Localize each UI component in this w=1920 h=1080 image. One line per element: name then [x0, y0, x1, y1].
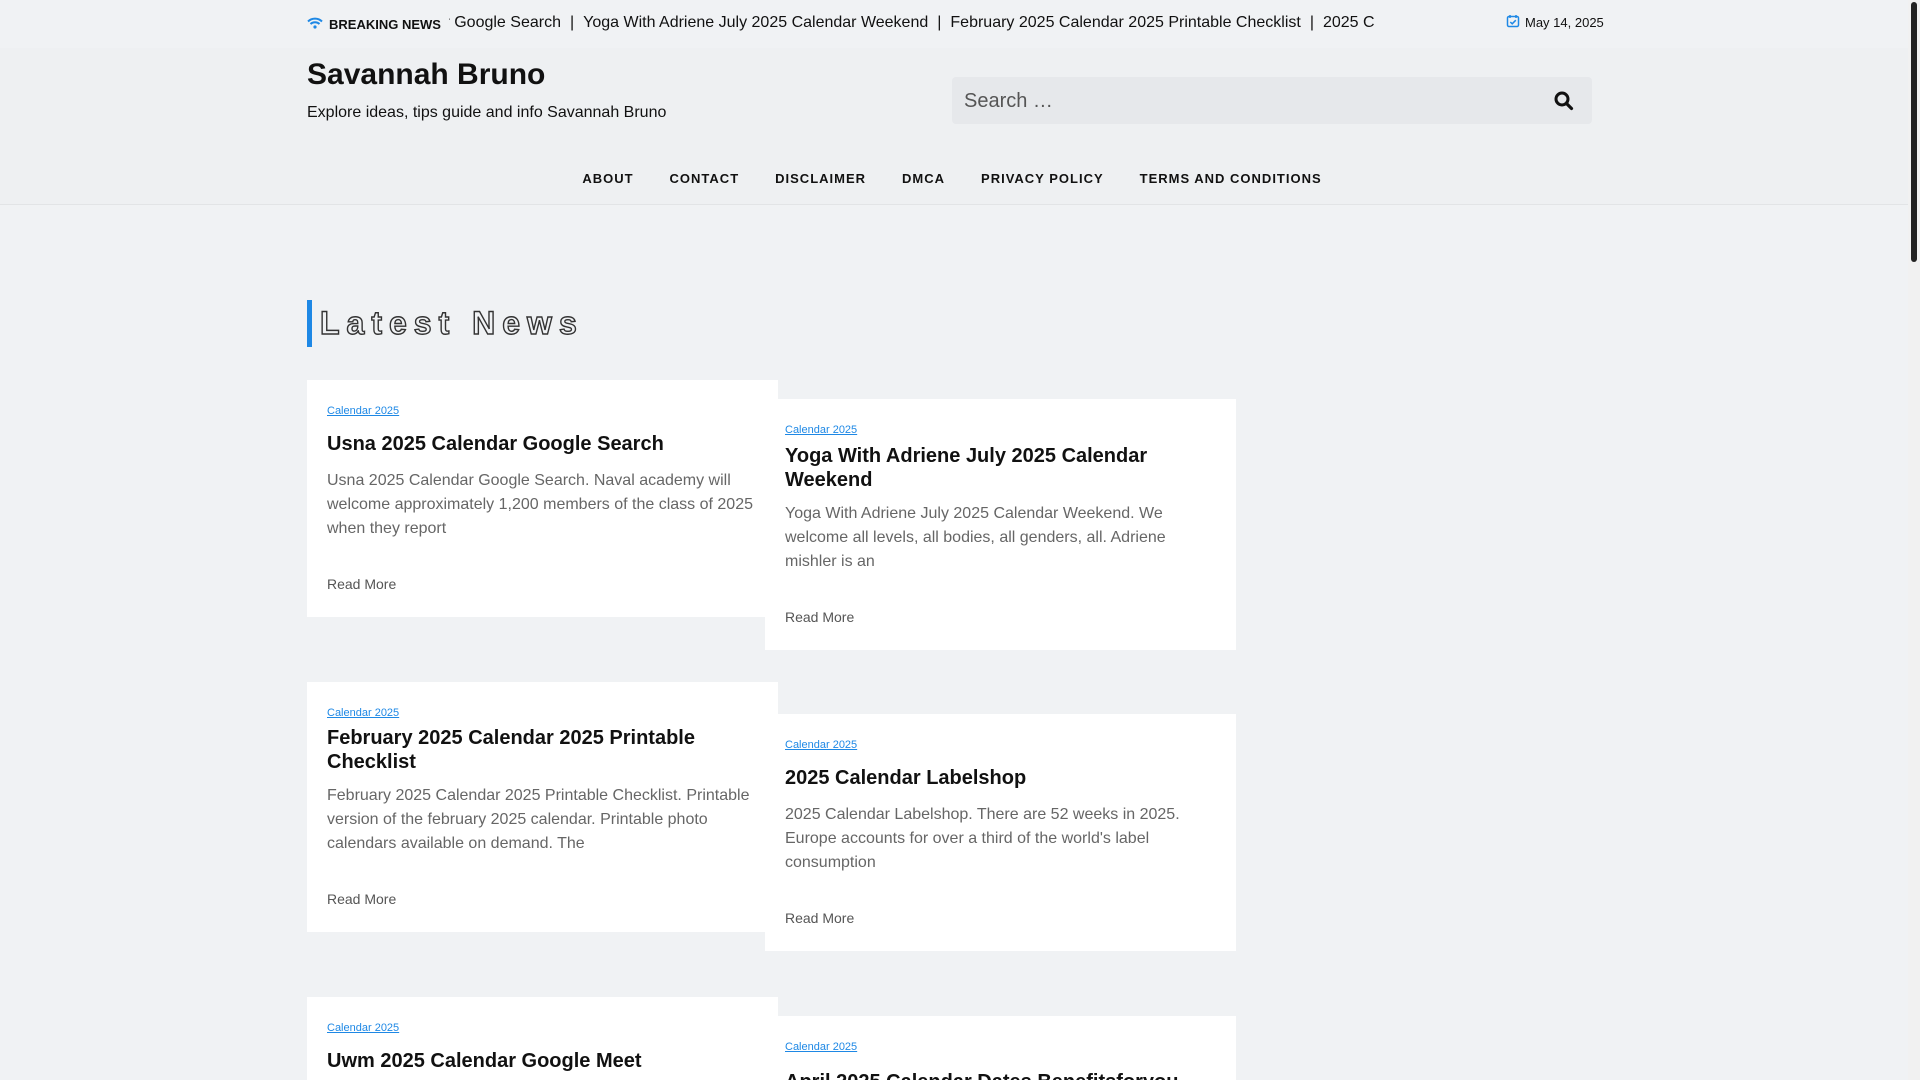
- post-card: Calendar 2025 Yoga With Adriene July 202…: [765, 399, 1236, 650]
- nav-item-contact[interactable]: CONTACT: [670, 171, 740, 186]
- ticker-item[interactable]: 2025 C: [1323, 14, 1375, 32]
- post-title[interactable]: February 2025 Calendar 2025 Printable Ch…: [327, 726, 747, 774]
- nav-item-disclaimer[interactable]: DISCLAIMER: [775, 171, 866, 186]
- nav-item-about[interactable]: ABOUT: [582, 171, 633, 186]
- news-ticker: lar Google Search | Yoga With Adriene Ju…: [444, 12, 1383, 36]
- post-category-link[interactable]: Calendar 2025: [327, 1022, 399, 1034]
- post-category-link[interactable]: Calendar 2025: [785, 1041, 857, 1053]
- post-category-link[interactable]: Calendar 2025: [785, 739, 857, 751]
- wifi-icon: [307, 17, 323, 32]
- ticker-item[interactable]: February 2025 Calendar 2025 Printable Ch…: [950, 14, 1300, 32]
- ticker-separator: |: [569, 14, 575, 31]
- ticker-item[interactable]: lar Google Search: [444, 14, 561, 32]
- breaking-news-text: BREAKING NEWS: [329, 16, 441, 32]
- post-card: Calendar 2025 Uwm 2025 Calendar Google M…: [307, 997, 778, 1080]
- scrollbar-thumb[interactable]: [1911, 2, 1917, 262]
- read-more-link[interactable]: Read More: [785, 609, 854, 625]
- ticker-separator: |: [1309, 14, 1314, 31]
- ticker-separator: |: [937, 14, 942, 31]
- search-button[interactable]: [1552, 89, 1576, 113]
- calendar-check-icon: [1506, 14, 1520, 31]
- date-text: May 14, 2025: [1525, 14, 1604, 30]
- breaking-news-label: BREAKING NEWS: [307, 14, 449, 34]
- post-excerpt: February 2025 Calendar 2025 Printable Ch…: [327, 787, 750, 852]
- post-excerpt: 2025 Calendar Labelshop. There are 52 we…: [785, 806, 1180, 871]
- post-title[interactable]: 2025 Calendar Labelshop: [785, 766, 1205, 790]
- top-bar: BREAKING NEWS lar Google Search | Yoga W…: [0, 0, 1908, 49]
- post-card: Calendar 2025 February 2025 Calendar 202…: [307, 682, 778, 932]
- ticker-item[interactable]: Yoga With Adriene July 2025 Calendar Wee…: [583, 14, 928, 32]
- post-card: Calendar 2025 April 2025 Calendar Dates …: [765, 1016, 1236, 1080]
- post-title[interactable]: April 2025 Calendar Dates Benefitsforyou: [785, 1070, 1225, 1080]
- page-scrollbar[interactable]: [1908, 0, 1920, 1080]
- post-excerpt: Yoga With Adriene July 2025 Calendar Wee…: [785, 505, 1166, 570]
- post-title[interactable]: Usna 2025 Calendar Google Search: [327, 432, 747, 456]
- nav-item-dmca[interactable]: DMCA: [902, 171, 945, 186]
- post-title[interactable]: Uwm 2025 Calendar Google Meet: [327, 1049, 747, 1073]
- site-title[interactable]: Savannah Bruno: [307, 58, 545, 92]
- search-icon: [1552, 91, 1576, 116]
- post-card: Calendar 2025 Usna 2025 Calendar Google …: [307, 380, 778, 617]
- site-description: Explore ideas, tips guide and info Savan…: [307, 104, 667, 121]
- post-category-link[interactable]: Calendar 2025: [327, 405, 399, 417]
- nav-item-privacy-policy[interactable]: PRIVACY POLICY: [981, 171, 1104, 186]
- post-excerpt: Usna 2025 Calendar Google Search. Naval …: [327, 472, 753, 537]
- section-title: Latest News: [307, 300, 584, 347]
- search-form: [952, 77, 1592, 126]
- read-more-link[interactable]: Read More: [327, 576, 396, 592]
- read-more-link[interactable]: Read More: [785, 910, 854, 926]
- search-input[interactable]: [962, 77, 1526, 126]
- post-category-link[interactable]: Calendar 2025: [327, 707, 399, 719]
- post-card: Calendar 2025 2025 Calendar Labelshop 20…: [765, 714, 1236, 951]
- nav-item-terms-and-conditions[interactable]: TERMS AND CONDITIONS: [1140, 171, 1322, 186]
- main-navigation: ABOUT CONTACT DISCLAIMER DMCA PRIVACY PO…: [0, 153, 1908, 205]
- post-title[interactable]: Yoga With Adriene July 2025 Calendar Wee…: [785, 444, 1205, 492]
- read-more-link[interactable]: Read More: [327, 891, 396, 907]
- post-category-link[interactable]: Calendar 2025: [785, 424, 857, 436]
- current-date: May 14, 2025: [1506, 12, 1604, 32]
